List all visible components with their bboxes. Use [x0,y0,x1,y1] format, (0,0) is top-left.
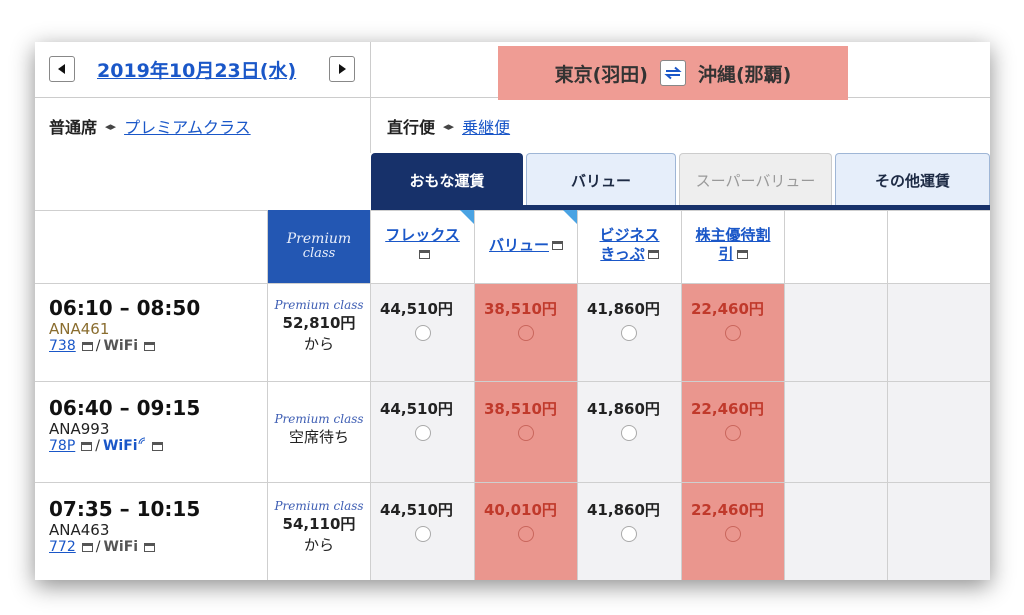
info-icon [552,241,563,250]
double-arrow-icon: ◂▸ [105,119,117,133]
fare-radio[interactable] [725,325,741,341]
aircraft-link[interactable]: 772 [49,539,76,555]
premium-class-column-header: Premium class [268,210,370,283]
info-icon [736,249,748,259]
info-icon [81,542,93,552]
triangle-left-icon [58,64,65,74]
fare-price: 38,510円 [484,300,557,318]
connecting-flights-link[interactable]: 乗継便 [462,114,510,138]
fare-price: 44,510円 [380,501,453,519]
info-icon [144,341,156,351]
info-icon [81,441,93,451]
flight-row: 06:10 – 08:50 ANA461 738 / WiFi [49,296,201,354]
seat-class-toggle: 普通席 ◂▸ プレミアムクラス [49,114,251,138]
prev-date-button[interactable] [49,56,75,82]
business-fare-header[interactable]: ビジネス きっぷ [578,226,681,264]
flight-number: ANA463 [49,521,110,539]
flight-row: 07:35 – 10:15 ANA463 772 / WiFi [49,497,201,555]
fare-price: 22,460円 [691,300,764,318]
tab-super-value: スーパーバリュー [679,153,832,207]
corner-marker [563,210,577,224]
wifi-label: WiFi [102,438,138,454]
fare-radio[interactable] [518,425,534,441]
swap-arrows-icon [664,66,682,80]
date-link[interactable]: 2019年10月23日(水) [97,56,296,83]
fare-radio[interactable] [415,425,431,441]
info-icon [418,249,430,259]
flight-time: 06:10 – 08:50 [49,296,201,320]
swap-route-button[interactable] [660,60,686,86]
fare-radio[interactable] [518,526,534,542]
info-icon [144,542,156,552]
flight-number: ANA993 [49,420,110,438]
tab-other-fares[interactable]: その他運賃 [835,153,990,207]
triangle-right-icon [339,64,346,74]
fare-radio[interactable] [415,526,431,542]
flex-fare-header[interactable]: フレックス [371,226,474,264]
flight-time: 06:40 – 09:15 [49,396,201,420]
premium-cell[interactable]: Premium class 52,810円 から [268,298,370,354]
fare-price: 40,010円 [484,501,557,519]
route-type-current: 直行便 [387,118,436,137]
fare-price: 22,460円 [691,400,764,418]
route-type-toggle: 直行便 ◂▸ 乗継便 [387,114,510,138]
destination-airport: 沖縄(那覇) [698,63,792,86]
fare-radio[interactable] [725,526,741,542]
double-arrow-icon: ◂▸ [443,119,455,133]
fare-radio[interactable] [518,325,534,341]
premium-cell[interactable]: Premium class 空席待ち [268,412,370,447]
tab-value[interactable]: バリュー [526,153,676,207]
info-icon [151,441,163,451]
value-fare-header[interactable]: バリュー [475,236,577,255]
fare-price: 44,510円 [380,300,453,318]
fare-radio[interactable] [725,425,741,441]
flight-time: 07:35 – 10:15 [49,497,201,521]
fare-radio[interactable] [621,325,637,341]
fare-price: 44,510円 [380,400,453,418]
corner-marker [460,210,474,224]
tab-main-fares[interactable]: おもな運賃 [371,153,523,207]
aircraft-link[interactable]: 78P [49,438,75,454]
wifi-label: WiFi [103,539,139,555]
seat-class-current: 普通席 [49,118,98,137]
premium-cell[interactable]: Premium class 54,110円 から [268,499,370,555]
shareholder-fare-header[interactable]: 株主優待割 引 [682,226,784,264]
info-icon [647,249,659,259]
next-date-button[interactable] [329,56,355,82]
fare-price: 41,860円 [587,400,660,418]
flight-row: 06:40 – 09:15 ANA993 78P / WiFi [49,396,201,454]
fare-search-panel: 2019年10月23日(水) 東京(羽田) 沖縄(那覇) 普通席 ◂▸ プレミア… [35,42,990,580]
wifi-signal-icon [138,437,145,445]
fare-price: 38,510円 [484,400,557,418]
origin-airport: 東京(羽田) [554,63,648,86]
flight-number: ANA461 [49,320,110,338]
fare-radio[interactable] [415,325,431,341]
route-display: 東京(羽田) 沖縄(那覇) [498,46,848,100]
fare-radio[interactable] [621,425,637,441]
fare-price: 41,860円 [587,300,660,318]
wifi-label: WiFi [103,338,139,354]
fare-radio[interactable] [621,526,637,542]
premium-class-link[interactable]: プレミアムクラス [124,114,251,138]
aircraft-link[interactable]: 738 [49,338,76,354]
info-icon [81,341,93,351]
fare-price: 22,460円 [691,501,764,519]
date-selector: 2019年10月23日(水) [35,42,371,98]
fare-price: 41,860円 [587,501,660,519]
